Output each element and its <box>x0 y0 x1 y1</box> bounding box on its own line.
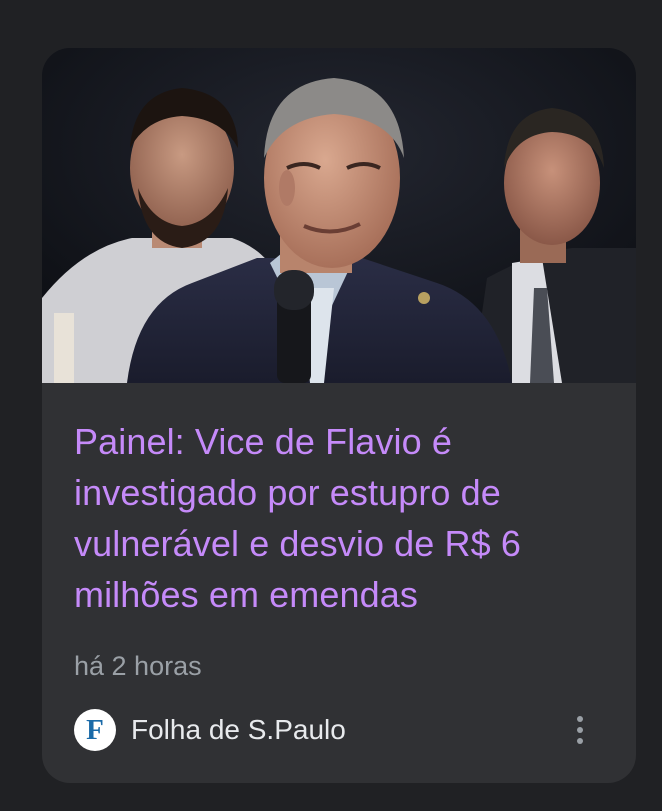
more-options-button[interactable] <box>564 708 596 752</box>
article-headline[interactable]: Painel: Vice de Flavio é investigado por… <box>74 416 614 620</box>
more-vert-icon <box>577 716 583 722</box>
source-row[interactable]: F Folha de S.Paulo <box>74 708 604 752</box>
source-name[interactable]: Folha de S.Paulo <box>131 712 346 748</box>
article-photo <box>42 48 636 383</box>
source-logo-letter: F <box>86 713 104 746</box>
article-timestamp: há 2 horas <box>74 651 202 681</box>
news-card[interactable]: Painel: Vice de Flavio é investigado por… <box>42 48 636 783</box>
article-image[interactable] <box>42 48 636 383</box>
source-logo: F <box>74 709 116 751</box>
